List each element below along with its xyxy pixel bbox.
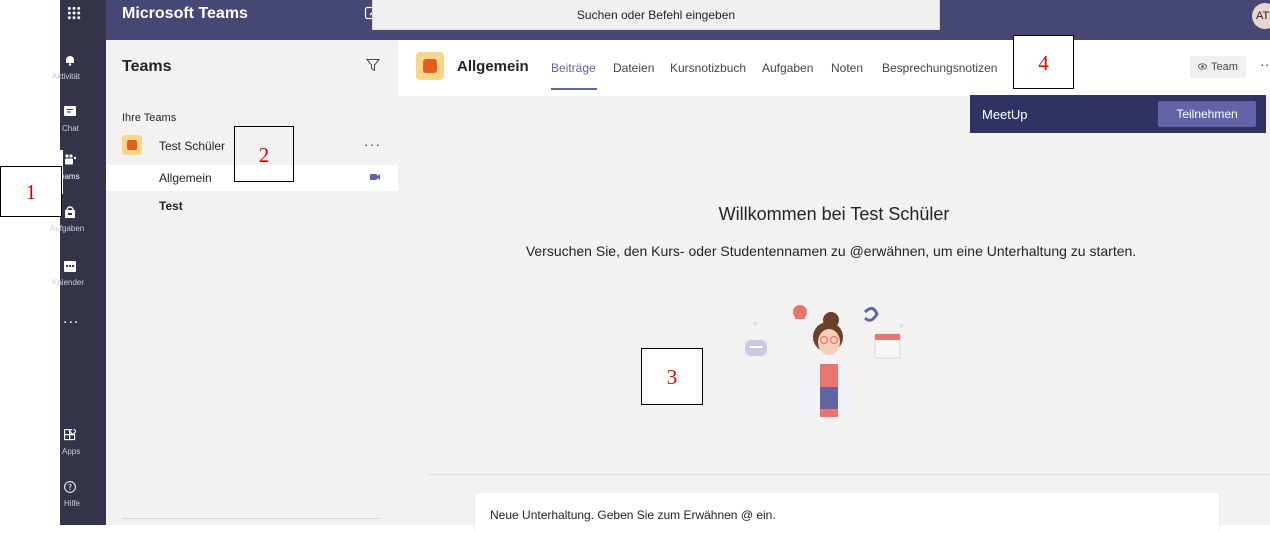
rail-item-teams[interactable]: Teams — [56, 150, 106, 194]
chat-icon — [64, 106, 76, 116]
meetup-banner: MeetUp Teilnehmen — [970, 95, 1266, 133]
annotation-label: 2 — [234, 126, 294, 182]
teams-icon — [65, 154, 76, 165]
team-avatar — [122, 135, 142, 155]
rail-item-more[interactable]: ... — [60, 310, 106, 356]
bell-icon — [66, 56, 74, 66]
team-button[interactable]: Team — [1190, 56, 1246, 78]
rail-item-apps[interactable]: Apps — [60, 425, 106, 469]
tab-beitraege[interactable]: Beiträge — [551, 61, 596, 75]
more-options-icon[interactable]: ··· — [1260, 56, 1270, 72]
channel-title: Allgemein — [457, 58, 529, 75]
tab-noten[interactable]: Noten — [831, 61, 863, 75]
svg-text:+: + — [898, 321, 905, 330]
app-launcher-button[interactable] — [60, 0, 106, 40]
eye-icon — [1198, 63, 1207, 70]
calendar-icon — [64, 261, 76, 272]
panel-title: Teams — [122, 58, 172, 75]
channel-header: Allgemein Beiträge Dateien Kursnotizbuch… — [398, 40, 1270, 97]
welcome-subtitle: Versuchen Sie, den Kurs- oder Studentenn… — [525, 243, 1137, 259]
rail-label: Apps — [62, 447, 81, 456]
rail-label: Aktivität — [52, 72, 81, 81]
help-icon: ? — [64, 481, 76, 493]
team-name: Test Schüler — [159, 139, 226, 153]
app-title: Microsoft Teams — [122, 5, 248, 22]
new-conversation-input[interactable]: Neue Unterhaltung. Geben Sie zum Erwähne… — [475, 493, 1219, 533]
filter-icon[interactable] — [366, 58, 380, 72]
meeting-video-icon — [370, 174, 380, 180]
assignments-icon — [65, 206, 75, 218]
channel-item-test[interactable]: Test — [106, 193, 398, 219]
team-button-label: Team — [1211, 61, 1238, 73]
team-more-options-icon[interactable]: ··· — [364, 136, 381, 152]
divider — [428, 474, 1270, 475]
rail-label: Hilfe — [64, 499, 81, 508]
svg-text:?: ? — [68, 483, 72, 492]
active-tab-indicator — [551, 88, 597, 90]
rail-label: Aufgaben — [50, 224, 85, 233]
channel-avatar — [416, 52, 444, 80]
rail-item-assignments[interactable]: Aufgaben — [50, 202, 106, 246]
rail-item-calendar[interactable]: Kalender — [52, 256, 106, 300]
meetup-label: MeetUp — [982, 107, 1028, 122]
channel-label: Allgemein — [159, 171, 212, 185]
tab-kursnotizbuch[interactable]: Kursnotizbuch — [670, 61, 746, 75]
channel-label: Test — [159, 199, 183, 213]
annotation-label: 3 — [641, 348, 703, 405]
welcome-title: Willkommen bei Test Schüler — [718, 204, 950, 224]
apps-icon — [64, 429, 76, 441]
annotation-label: 4 — [1013, 35, 1074, 89]
rail-item-help[interactable]: ? Hilfe — [60, 477, 106, 521]
divider — [122, 518, 380, 519]
join-button[interactable]: Teilnehmen — [1158, 101, 1256, 127]
teams-panel: Teams Ihre Teams Test Schüler ··· Allgem… — [106, 40, 399, 525]
rail-label: Chat — [62, 124, 79, 133]
more-icon: ... — [63, 310, 80, 327]
svg-text:+: + — [752, 319, 759, 328]
tab-besprechungsnotizen[interactable]: Besprechungsnotizen — [882, 61, 997, 75]
search-input[interactable]: Suchen oder Befehl eingeben — [372, 0, 940, 30]
section-label: Ihre Teams — [122, 112, 177, 124]
annotation-label: 1 — [0, 166, 62, 217]
compose-placeholder: Neue Unterhaltung. Geben Sie zum Erwähne… — [490, 508, 776, 522]
tab-aufgaben[interactable]: Aufgaben — [762, 61, 813, 75]
app-rail: Aktivität Chat Teams Aufgaben Kalender .… — [50, 40, 106, 525]
rail-item-activity[interactable]: Aktivität — [52, 50, 106, 94]
welcome-illustration: + + — [745, 305, 905, 417]
waffle-icon — [67, 6, 81, 20]
rail-item-chat[interactable]: Chat — [60, 102, 106, 146]
tab-dateien[interactable]: Dateien — [613, 61, 654, 75]
rail-label: Kalender — [52, 278, 85, 287]
